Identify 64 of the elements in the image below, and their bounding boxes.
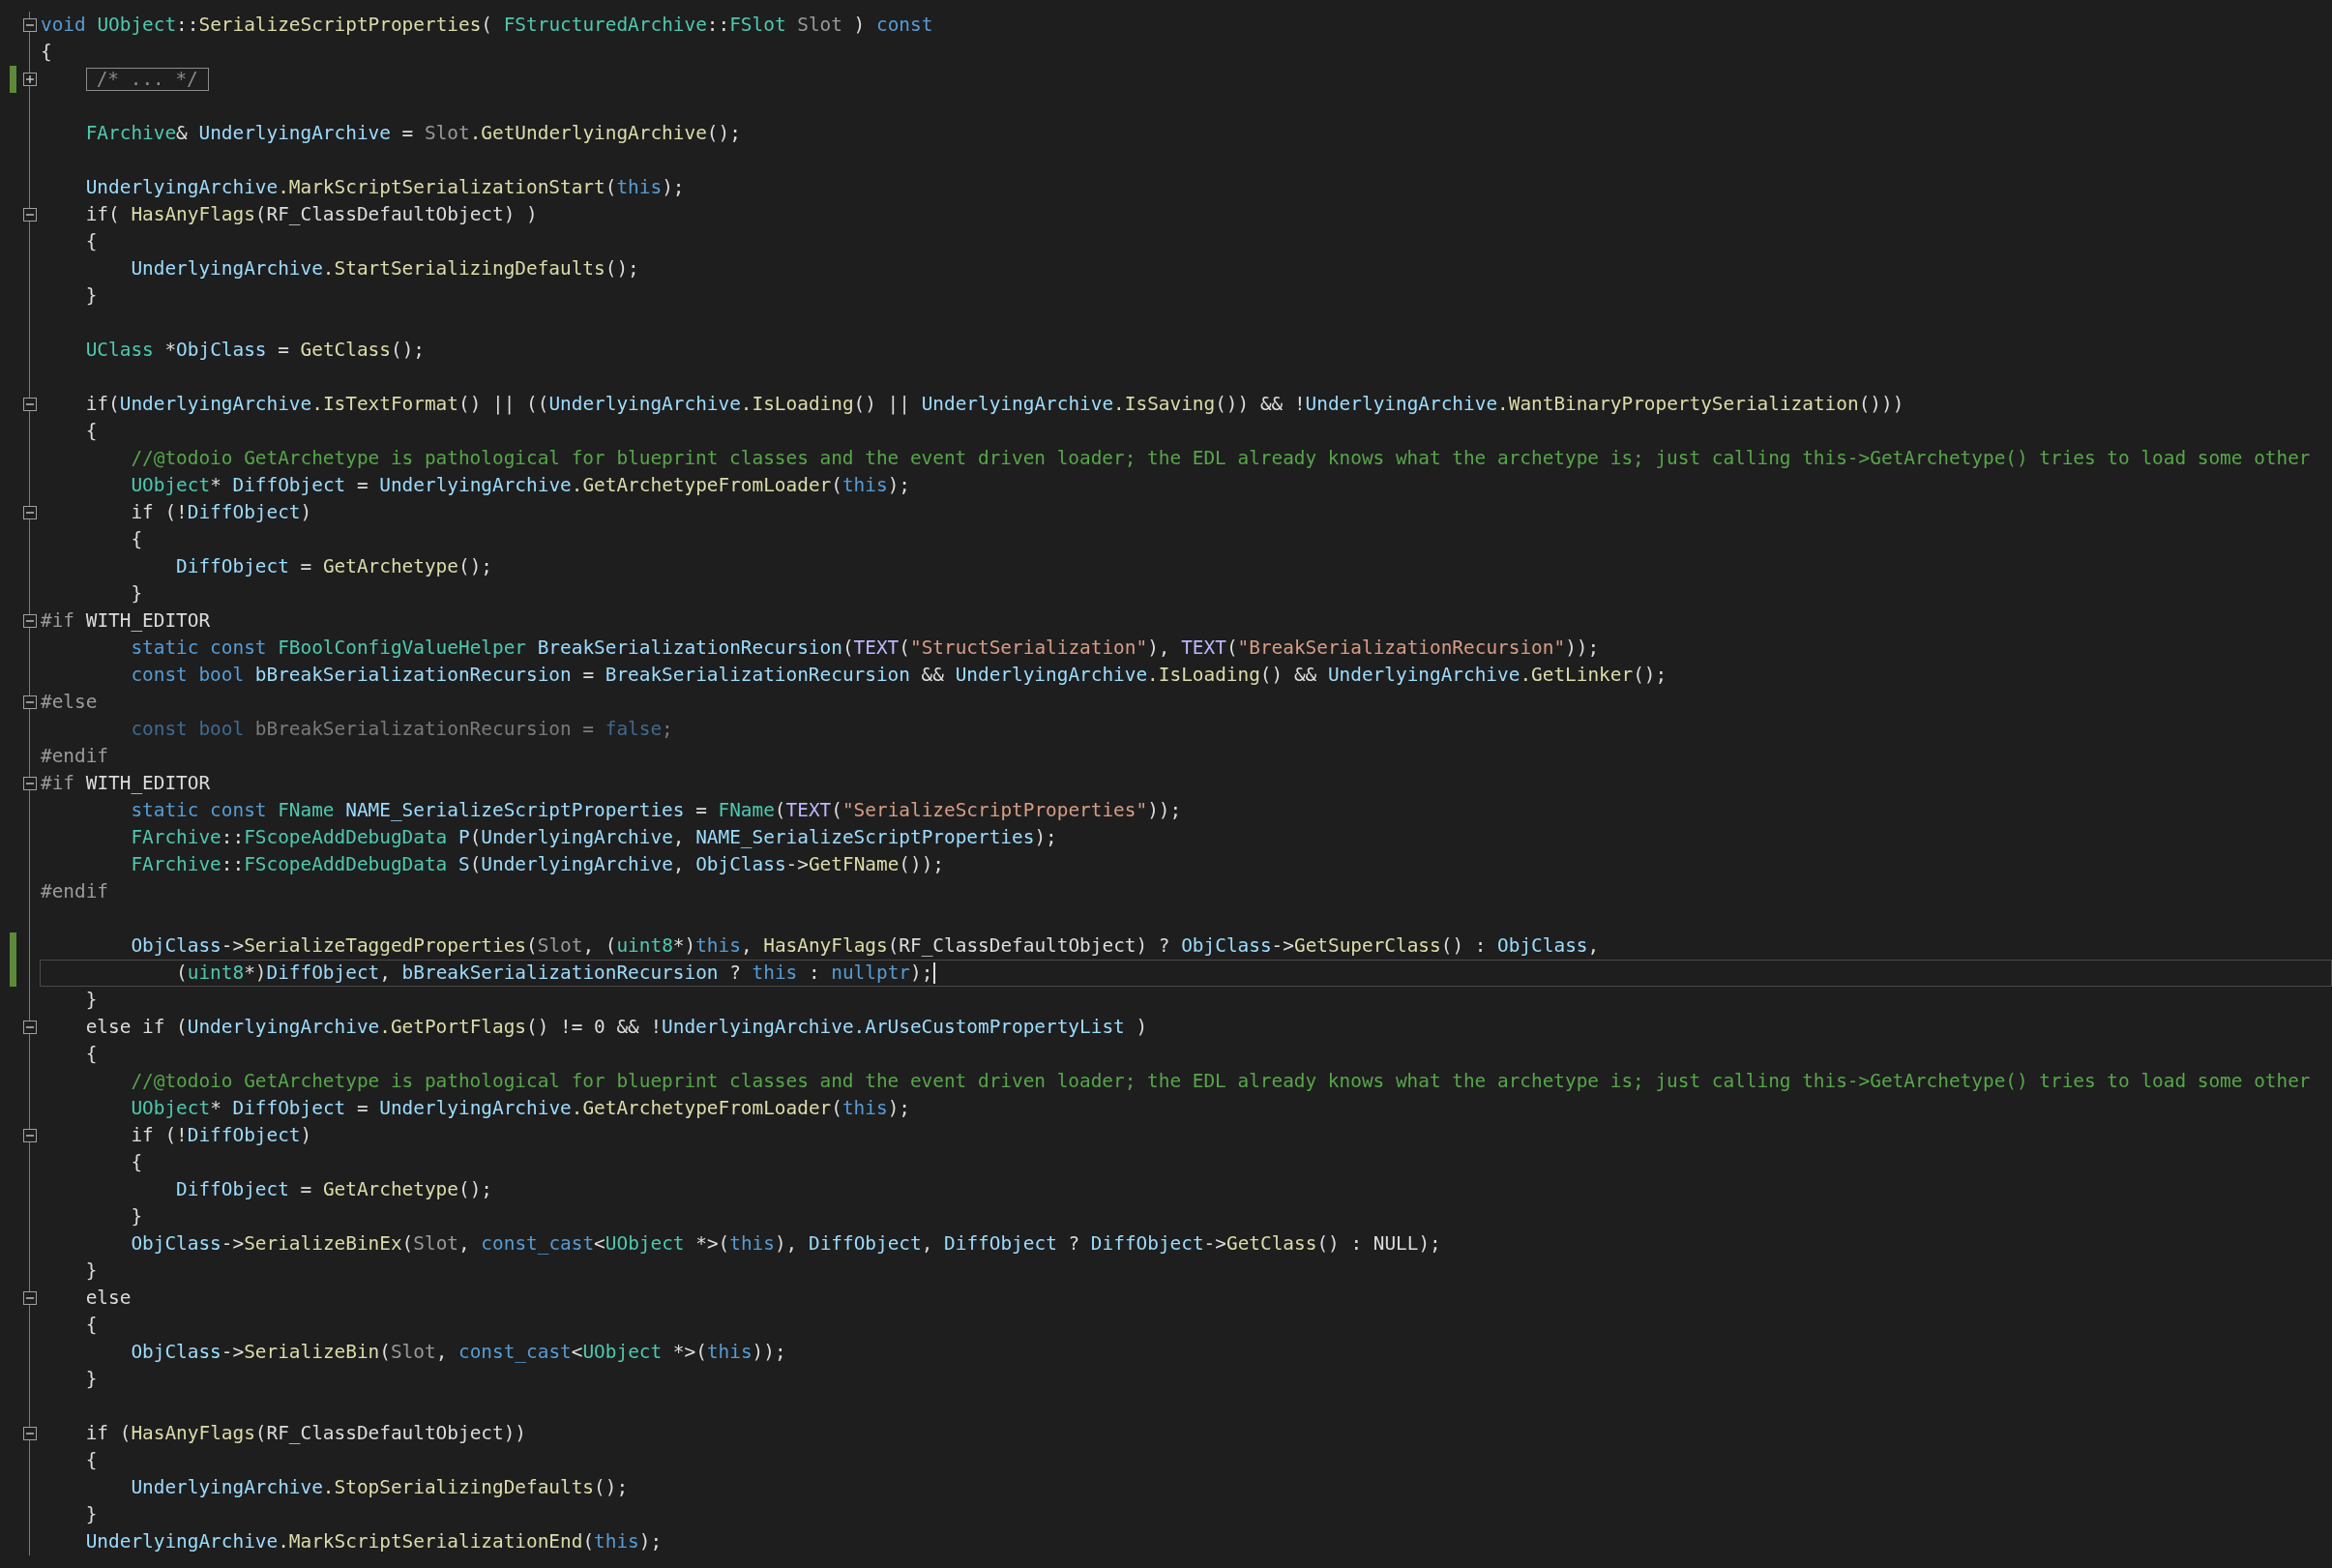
code-line: { [40, 40, 53, 65]
fold-toggle[interactable] [22, 208, 37, 222]
code-line: const bool bBreakSerializationRecursion = BreakSerializationRecursion && UnderlyingArchive.IsLoading() && UnderlyingArchive.GetLinker(); [130, 663, 1668, 688]
code-line: UObject* DiffObject = UnderlyingArchive.GetArchetypeFromLoader(this); [130, 473, 911, 498]
code-line: { [130, 1150, 144, 1175]
code-line: #endif [40, 744, 110, 769]
code-line: } [130, 581, 144, 606]
fold-toggle[interactable] [22, 695, 37, 709]
code-line: { [84, 419, 99, 444]
code-line: if (!DiffObject) [130, 500, 313, 525]
fold-toggle[interactable] [22, 1129, 37, 1142]
code-line: FArchive& UnderlyingArchive = Slot.GetUnderlyingArchive(); [84, 121, 742, 146]
code-line: if( HasAnyFlags(RF_ClassDefaultObject) ) [84, 202, 539, 227]
text-cursor [933, 962, 936, 984]
code-line: { [84, 1042, 99, 1067]
code-line: if(UnderlyingArchive.IsTextFormat() || ((UnderlyingArchive.IsLoading() || UnderlyingArchive.IsSaving()) && !UnderlyingArchive.WantBinaryPropertySerialization())) [84, 392, 1905, 417]
code-line: ObjClass->SerializeBinEx(Slot, const_cast<UObject *>(this), DiffObject, DiffObject ? DiffObject->GetClass() : NULL); [130, 1231, 1442, 1257]
fold-toggle[interactable] [22, 1021, 37, 1034]
code-line: #else [40, 690, 99, 715]
code-line: if (HasAnyFlags(RF_ClassDefaultObject)) [84, 1421, 527, 1446]
fold-toggle[interactable] [22, 777, 37, 790]
code-line: //@todoio GetArchetype is pathological for blueprint classes and the event driven loader; the EDL already knows what the archetype is; just calling this->GetArchetype() tries to load some other [130, 446, 2312, 471]
code-line: UnderlyingArchive.MarkScriptSerializationStart(this); [84, 175, 686, 200]
fold-toggle[interactable] [22, 1427, 37, 1440]
code-line: #if WITH_EDITOR [40, 608, 212, 634]
code-line: UClass *ObjClass = GetClass(); [84, 338, 426, 363]
code-line: void UObject::SerializeScriptProperties( FStructuredArchive::FSlot Slot ) const [40, 13, 934, 38]
code-line: DiffObject = GetArchetype(); [175, 1177, 493, 1202]
code-line: //@todoio GetArchetype is pathological for blueprint classes and the event driven loader; the EDL already knows what the archetype is; just calling this->GetArchetype() tries to load some other [130, 1069, 2312, 1094]
code-line: static const FBoolConfigValueHelper BreakSerializationRecursion(TEXT("StructSerialization"), TEXT("BreakSerializationRecursion")); [130, 636, 1601, 661]
code-line: { [84, 1313, 99, 1338]
code-line: const bool bBreakSerializationRecursion = false; [130, 717, 674, 742]
code-line: } [84, 988, 99, 1013]
fold-toggle[interactable] [22, 506, 37, 519]
code-line: ObjClass->SerializeBin(Slot, const_cast<UObject *>(this)); [130, 1340, 787, 1365]
code-line: } [84, 283, 99, 309]
code-line: FArchive::FScopeAddDebugData S(UnderlyingArchive, ObjClass->GetFName()); [130, 852, 946, 877]
fold-toggle[interactable] [22, 18, 37, 32]
fold-toggle[interactable] [22, 398, 37, 411]
code-line: } [84, 1367, 99, 1392]
code-line: } [84, 1502, 99, 1527]
code-line: UnderlyingArchive.MarkScriptSerializationEnd(this); [84, 1529, 664, 1554]
code-line: static const FName NAME_SerializeScriptProperties = FName(TEXT("SerializeScriptProperties")); [130, 798, 1183, 823]
plus-icon [24, 74, 35, 84]
fold-toggle[interactable] [22, 1291, 37, 1305]
code-line: #if WITH_EDITOR [40, 771, 212, 796]
code-line: else if (UnderlyingArchive.GetPortFlags() != 0 && !UnderlyingArchive.ArUseCustomPropertyList ) [84, 1015, 1149, 1040]
code-line: FArchive::FScopeAddDebugData P(UnderlyingArchive, NAME_SerializeScriptProperties); [130, 825, 1058, 850]
code-line: else [84, 1286, 133, 1311]
code-line: } [130, 1204, 144, 1229]
code-line: UObject* DiffObject = UnderlyingArchive.GetArchetypeFromLoader(this); [130, 1096, 911, 1121]
code-line: #endif [40, 879, 110, 904]
code-line: { [130, 527, 144, 552]
code-line: DiffObject = GetArchetype(); [175, 554, 493, 579]
code-line: { [84, 229, 99, 254]
code-line: ObjClass->SerializeTaggedProperties(Slot, (uint8*)this, HasAnyFlags(RF_ClassDefaultObject) ? ObjClass->GetSuperClass() : ObjClass, [130, 933, 1601, 959]
code-line: UnderlyingArchive.StopSerializingDefaults(); [130, 1475, 630, 1500]
fold-toggle[interactable] [22, 614, 37, 628]
code-line: } [84, 1258, 99, 1284]
code-line: UnderlyingArchive.StartSerializingDefaults(); [130, 256, 640, 281]
fold-toggle[interactable] [22, 73, 37, 86]
code-line: { [84, 1448, 99, 1473]
collapsed-code-block[interactable]: /* ... */ [85, 68, 209, 91]
code-line: if (!DiffObject) [130, 1123, 313, 1148]
